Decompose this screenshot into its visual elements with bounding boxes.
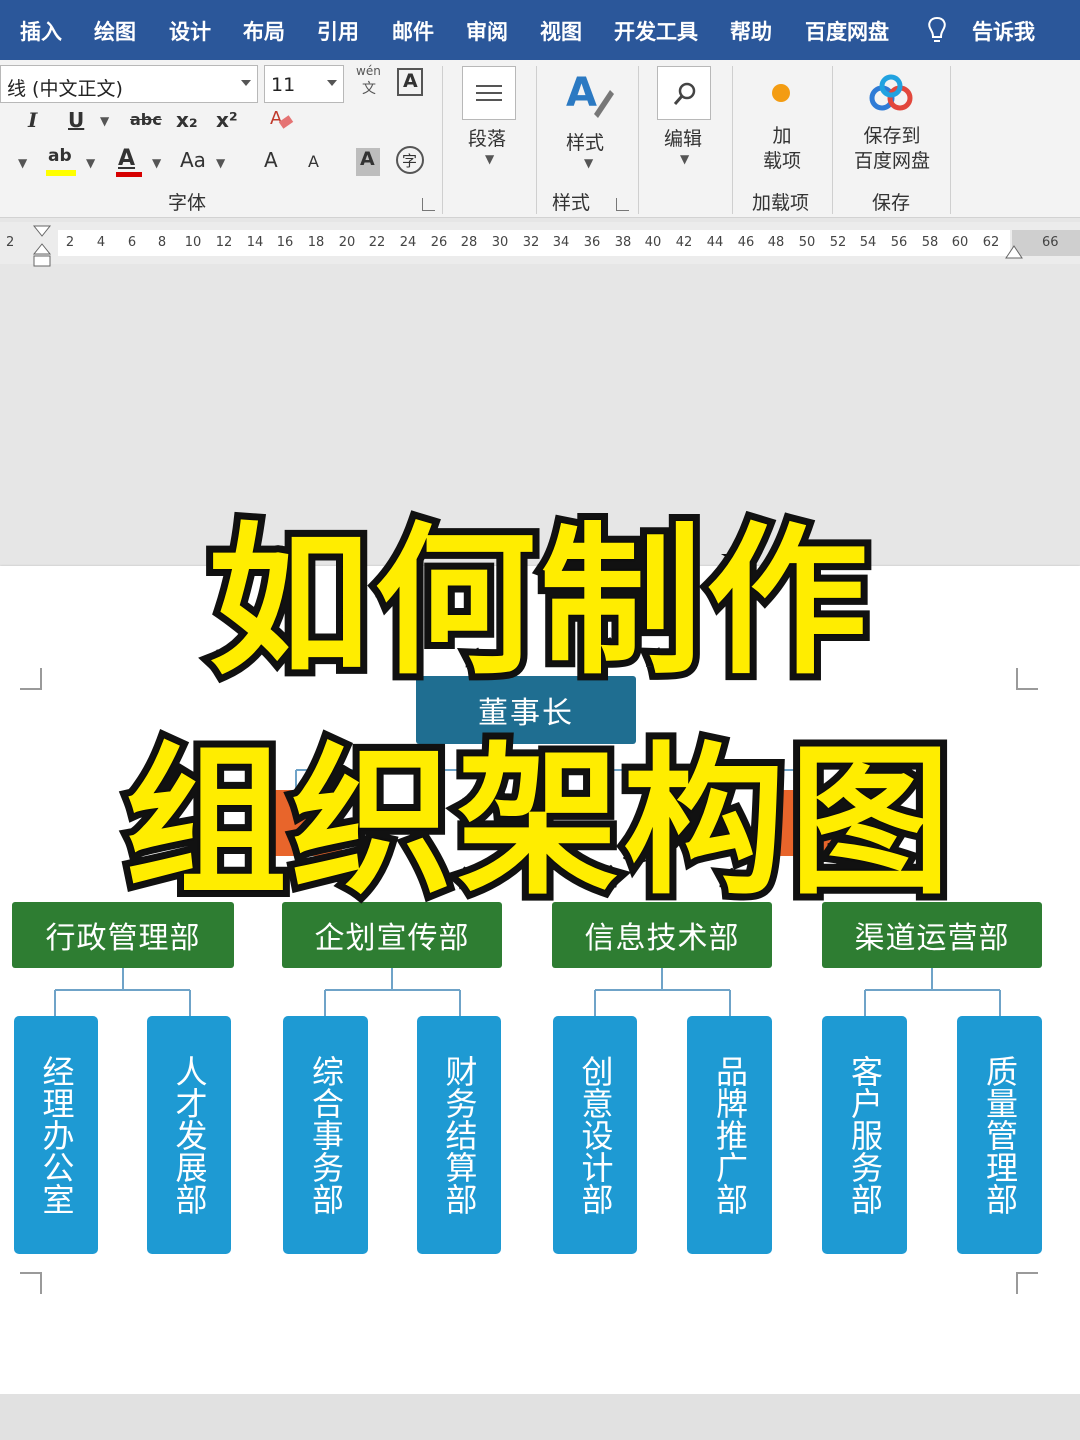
status-area: [0, 1394, 1080, 1440]
org-node-sub[interactable]: 经理办公室: [14, 1016, 98, 1254]
org-node-sub[interactable]: 客户服务部: [822, 1016, 907, 1254]
org-chart: 董事长 行政管理部 企划宣传部 信息技术部 渠道运营部 经理办公室 人才发展部 …: [0, 0, 1080, 1440]
org-node-sub[interactable]: 质量管理部: [957, 1016, 1042, 1254]
org-node-sub[interactable]: 人才发展部: [147, 1016, 231, 1254]
org-node-sub[interactable]: 创意设计部: [553, 1016, 637, 1254]
overlay-title-line-2: 组织架构图: [118, 729, 958, 917]
org-node-sub[interactable]: 综合事务部: [283, 1016, 368, 1254]
org-node-sub[interactable]: 品牌推广部: [687, 1016, 772, 1254]
org-node-sub[interactable]: 财务结算部: [417, 1016, 501, 1254]
overlay-title-line-1: 如何制作: [201, 509, 875, 697]
